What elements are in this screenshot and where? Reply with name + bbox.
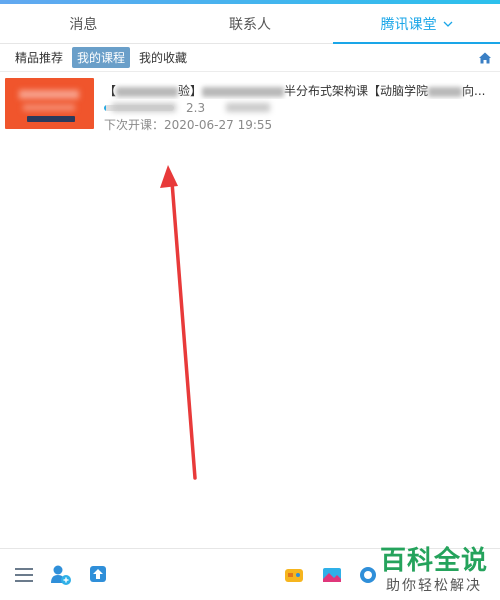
tab-contacts[interactable]: 联系人 — [167, 4, 334, 43]
course-thumbnail[interactable] — [5, 78, 94, 129]
subtab-featured[interactable]: 精品推荐 — [10, 47, 68, 68]
title-part: 半分布式架构课【动脑学院 — [284, 84, 429, 98]
redacted-text — [226, 103, 270, 112]
redacted-text — [428, 86, 463, 97]
image-icon[interactable] — [322, 565, 342, 585]
redacted-text — [202, 86, 285, 97]
tab-tencent-classroom[interactable]: 腾讯课堂 — [333, 4, 500, 44]
game-icon[interactable] — [284, 565, 304, 585]
home-icon[interactable] — [478, 50, 492, 64]
next-class-info: 下次开课：2020-06-27 19:55 — [104, 116, 272, 133]
subtab-my-courses[interactable]: 我的课程 — [72, 47, 131, 68]
chevron-down-icon[interactable] — [443, 19, 453, 29]
next-class-time: 2020-06-27 19:55 — [164, 118, 273, 132]
course-title[interactable]: 【 验】 半分布式架构课【动脑学院 向... — [104, 82, 494, 99]
redacted-text — [112, 103, 176, 112]
main-tabs: 消息 联系人 腾讯课堂 — [0, 4, 500, 44]
course-list-item[interactable]: 【 验】 半分布式架构课【动脑学院 向... 2.3 下次开课：2020-06-27 … — [0, 74, 500, 136]
tab-label: 消息 — [69, 16, 98, 33]
tab-label: 腾讯课堂 — [380, 16, 437, 33]
upload-icon[interactable] — [88, 564, 108, 584]
title-part: 验】 — [178, 84, 203, 98]
tab-messages[interactable]: 消息 — [0, 4, 167, 43]
title-bracket: 【 — [104, 84, 117, 98]
redacted-text — [116, 86, 179, 97]
title-part: 向... — [462, 84, 486, 98]
add-contact-icon[interactable] — [50, 564, 71, 585]
next-class-label: 下次开课： — [104, 118, 165, 132]
blurred-thumbnail-text — [19, 90, 79, 99]
subtab-favorites[interactable]: 我的收藏 — [134, 47, 192, 68]
browser-icon[interactable] — [358, 565, 378, 585]
tab-label: 联系人 — [229, 16, 271, 33]
menu-icon[interactable] — [14, 565, 34, 585]
classroom-subnav: 精品推荐 我的课程 我的收藏 — [0, 44, 500, 72]
course-progress: 2.3 — [104, 101, 494, 115]
blurred-thumbnail-text — [23, 104, 75, 111]
progress-text: 2.3 — [186, 101, 206, 115]
watermark-subtitle: 助你轻松解决 — [385, 578, 482, 594]
watermark: 百科全说 助你轻松解决 — [380, 540, 488, 595]
watermark-title: 百科全说 — [379, 546, 488, 576]
progress-fill — [104, 105, 107, 111]
thumbnail-band — [27, 116, 75, 122]
